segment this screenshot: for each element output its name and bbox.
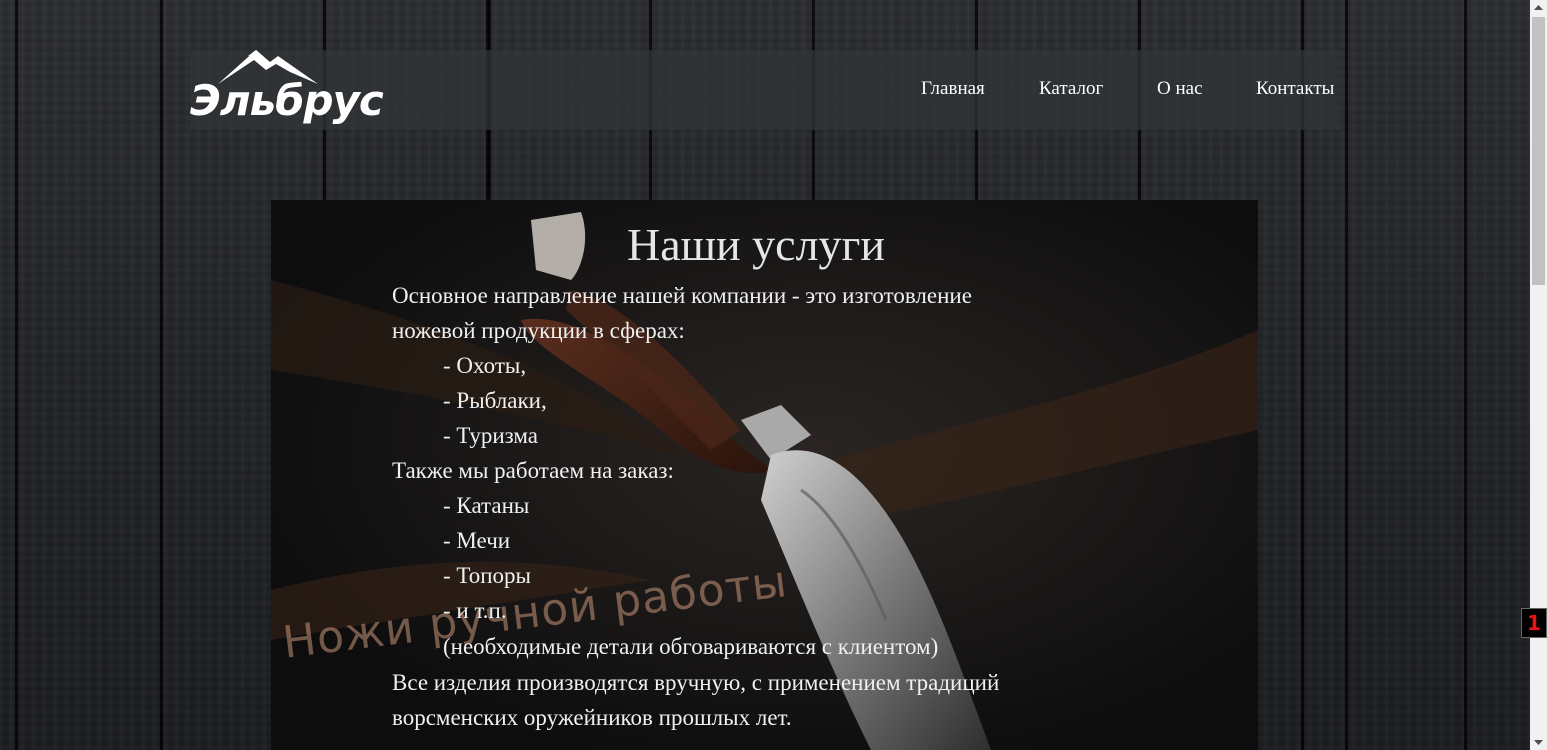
services-list-item: - Мечи <box>443 528 511 553</box>
scrollbar-thumb[interactable] <box>1532 17 1545 285</box>
plank-seam <box>15 0 18 750</box>
nav-contacts[interactable]: Контакты <box>1256 78 1334 100</box>
chevron-up-icon[interactable] <box>1530 0 1547 16</box>
services-list-item: - Охоты, <box>443 353 527 378</box>
services-note: (необходимые детали обговариваются с кли… <box>443 634 939 659</box>
plank-seam <box>1345 0 1348 750</box>
services-title: Наши услуги <box>626 219 886 270</box>
services-list-item: - Туризма <box>443 423 538 448</box>
services-list-item: - и т.п. <box>443 598 507 623</box>
services-line: ворсменских оружейников прошлых лет. <box>392 705 792 730</box>
nav-home[interactable]: Главная <box>921 78 985 100</box>
services-list-item: - Катаны <box>443 493 530 518</box>
services-line: Также мы работаем на заказ: <box>392 458 674 483</box>
services-line: Все изделия производятся вручную, с прим… <box>392 670 1000 695</box>
chevron-down-icon[interactable] <box>1530 734 1547 750</box>
nav-about[interactable]: О нас <box>1157 78 1203 100</box>
services-list-item: - Топоры <box>443 563 531 588</box>
nav-catalog[interactable]: Каталог <box>1039 78 1103 100</box>
services-line: ножевой продукции в сферах: <box>392 318 685 343</box>
services-line: Основное направление нашей компании - эт… <box>392 283 972 308</box>
logo-text: Эльбрус <box>190 76 384 125</box>
services-list-item: - Рыблаки, <box>443 388 547 413</box>
logo[interactable]: Эльбрус <box>190 46 384 132</box>
notification-badge[interactable]: 1 <box>1521 608 1547 638</box>
